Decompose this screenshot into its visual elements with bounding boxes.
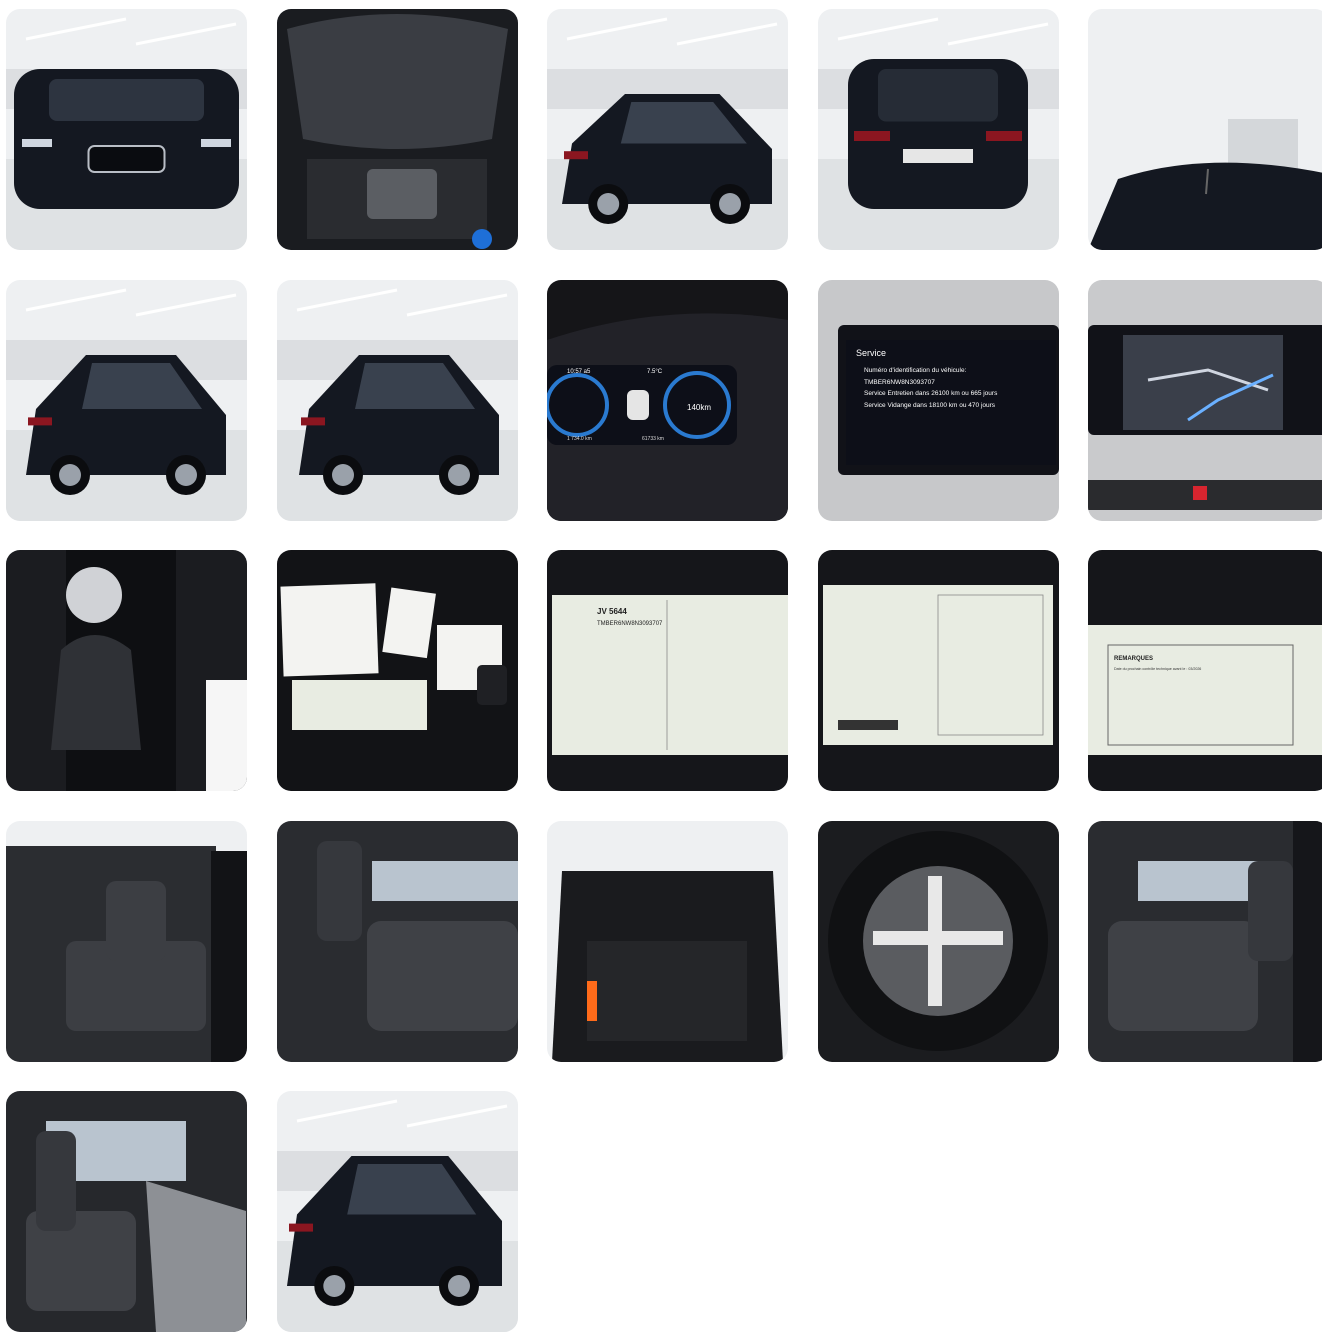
gallery-photo-front-exterior[interactable] bbox=[6, 9, 247, 250]
gallery-photo-spare-wheel[interactable] bbox=[818, 821, 1059, 1062]
gallery-photo-front-three-quarter-exterior[interactable] bbox=[277, 280, 518, 521]
gallery-photo-rear-seats[interactable] bbox=[277, 821, 518, 1062]
cluster-odometer-text: 1 734.0 km bbox=[567, 436, 592, 442]
remarks-heading-text: REMARQUES bbox=[1114, 656, 1153, 662]
cluster-time-text: 10:57 a5 bbox=[567, 369, 591, 375]
car-seat-icon bbox=[6, 821, 247, 1062]
gallery-photo-rear-seats-right[interactable] bbox=[1088, 821, 1322, 1062]
document-icon bbox=[818, 550, 1059, 791]
gallery-photo-registration-document[interactable]: JV 5644 TMBER6NW8N3093707 bbox=[547, 550, 788, 791]
cluster-temp-text: 7.5°C bbox=[647, 369, 663, 375]
gallery-photo-registration-remarks[interactable]: REMARQUES Date du prochain contrôle tech… bbox=[1088, 550, 1322, 791]
gallery-photo-rear-exterior[interactable] bbox=[818, 9, 1059, 250]
gallery-photo-front-three-quarter-exterior-2[interactable] bbox=[277, 1091, 518, 1332]
service-line3-text: Service Vidange dans 18100 km ou 470 jou… bbox=[864, 402, 996, 409]
gallery-photo-engine-bay[interactable] bbox=[277, 9, 518, 250]
car-seat-icon bbox=[6, 1091, 247, 1332]
car-seat-icon bbox=[1088, 821, 1322, 1062]
car-front-icon bbox=[6, 9, 247, 250]
gear-shift-icon bbox=[6, 550, 247, 791]
gallery-photo-front-interior[interactable] bbox=[6, 821, 247, 1062]
gallery-photo-registration-document-back[interactable] bbox=[818, 550, 1059, 791]
car-seat-icon bbox=[277, 821, 518, 1062]
cluster-speed-text: 140km bbox=[687, 403, 711, 412]
service-vin-text: TMBER6NW8N3093707 bbox=[864, 379, 935, 386]
car-side-icon bbox=[277, 280, 518, 521]
gallery-photo-rear-three-quarter-exterior[interactable] bbox=[547, 9, 788, 250]
screen-icon: Service Numéro d'identification du véhic… bbox=[818, 280, 1059, 521]
gauge-icon: 10:57 a5 7.5°C 140km 1 734.0 km 61733 km bbox=[547, 280, 788, 521]
gallery-photo-gear-shifter[interactable] bbox=[6, 550, 247, 791]
service-line2-text: Service Entretien dans 26100 km ou 665 j… bbox=[864, 390, 998, 397]
car-rear-icon bbox=[818, 9, 1059, 250]
service-line1-text: Numéro d'identification du véhicule: bbox=[864, 367, 967, 374]
gallery-photo-trunk[interactable] bbox=[547, 821, 788, 1062]
car-roof-icon bbox=[1088, 9, 1322, 250]
car-side-icon bbox=[6, 280, 247, 521]
wheel-icon bbox=[818, 821, 1059, 1062]
gallery-photo-roof-exterior[interactable] bbox=[1088, 9, 1322, 250]
document-icon: REMARQUES Date du prochain contrôle tech… bbox=[1088, 550, 1322, 791]
gallery-photo-documents[interactable] bbox=[277, 550, 518, 791]
gallery-photo-front-passenger-interior[interactable] bbox=[6, 1091, 247, 1332]
engine-icon bbox=[277, 9, 518, 250]
map-icon bbox=[1088, 280, 1322, 521]
cluster-trip-text: 61733 km bbox=[642, 436, 664, 442]
car-side-icon bbox=[277, 1091, 518, 1332]
service-title-text: Service bbox=[856, 348, 886, 358]
gallery-photo-instrument-cluster[interactable]: 10:57 a5 7.5°C 140km 1 734.0 km 61733 km bbox=[547, 280, 788, 521]
document-icon bbox=[277, 550, 518, 791]
gallery-photo-rear-three-quarter-left-exterior[interactable] bbox=[6, 280, 247, 521]
remarks-note-text: Date du prochain contrôle technique avan… bbox=[1114, 667, 1201, 671]
document-icon: JV 5644 TMBER6NW8N3093707 bbox=[547, 550, 788, 791]
car-side-icon bbox=[547, 9, 788, 250]
registration-vin-text: TMBER6NW8N3093707 bbox=[597, 621, 663, 627]
trunk-icon bbox=[547, 821, 788, 1062]
registration-plate-text: JV 5644 bbox=[597, 607, 627, 616]
gallery-photo-infotainment-navigation-screen[interactable] bbox=[1088, 280, 1322, 521]
gallery-photo-infotainment-service-screen[interactable]: Service Numéro d'identification du véhic… bbox=[818, 280, 1059, 521]
